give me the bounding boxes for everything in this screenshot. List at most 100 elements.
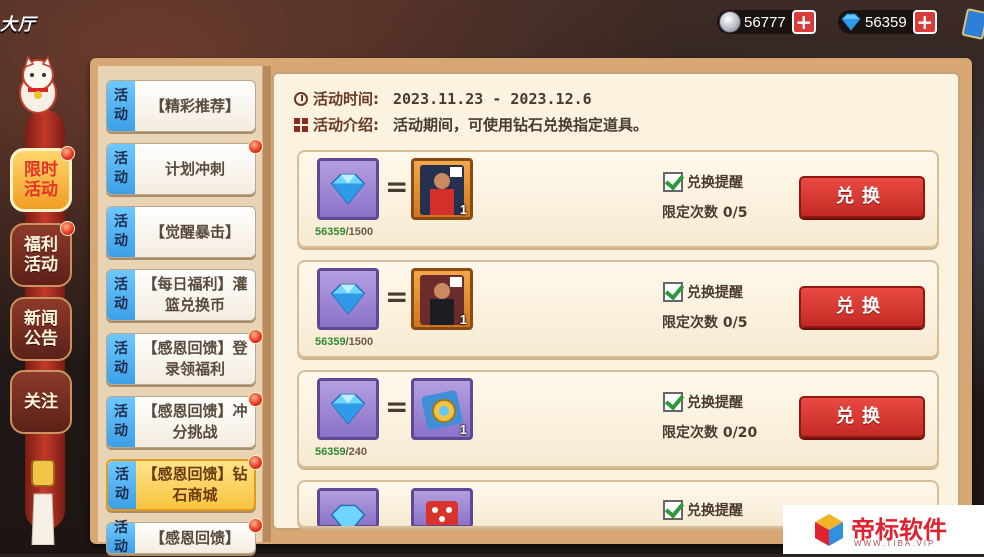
dice-card-icon	[426, 501, 458, 525]
checkbox-checked-icon[interactable]	[663, 172, 683, 192]
notification-dot	[248, 455, 263, 470]
watermark-url: WWW.TIBA.VIP	[854, 539, 936, 548]
exchange-reminder-toggle[interactable]: 兑换提醒	[663, 172, 743, 192]
diamond-icon	[330, 504, 366, 526]
reward-item-slot[interactable]	[411, 488, 473, 526]
tassel-icon	[31, 460, 55, 545]
token-card-icon	[421, 390, 463, 430]
diamond-cost-slot	[317, 158, 379, 220]
notification-dot	[248, 329, 263, 344]
add-diamond-button[interactable]: +	[912, 10, 937, 34]
exchange-reminder-toggle[interactable]: 兑换提醒	[663, 500, 743, 520]
exchange-limit: 限定次数 0/20	[662, 425, 758, 441]
watermark-logo-icon	[815, 513, 843, 546]
silver-coin-value: 56777	[744, 13, 786, 31]
activity-title: 【觉醒暴击】	[149, 222, 240, 241]
notification-dot	[248, 518, 263, 533]
checkbox-checked-icon[interactable]	[663, 392, 683, 412]
diamond-icon	[330, 283, 366, 315]
event-desc-label: 活动介绍:	[313, 116, 379, 134]
tab-label: 新闻公告	[24, 309, 58, 349]
activity-item[interactable]: 活动 【感恩回馈】	[106, 520, 256, 555]
diamond-icon	[330, 393, 366, 425]
diamond-cost: 56359/1500	[315, 336, 374, 348]
silver-coin-counter: 56777 +	[717, 10, 816, 34]
activity-title: 【感恩回馈】冲分挑战	[142, 402, 248, 441]
grid-icon	[294, 117, 308, 132]
activity-badge: 活动	[107, 81, 135, 131]
activity-title: 计划冲刺	[164, 159, 225, 178]
exchange-limit: 限定次数 0/5	[662, 315, 748, 331]
activity-title: 【精彩推荐】	[149, 96, 240, 115]
exchange-button[interactable]: 兑换	[799, 286, 925, 328]
diamond-value: 56359	[865, 13, 907, 31]
checkbox-checked-icon[interactable]	[663, 282, 683, 302]
activity-badge: 活动	[108, 461, 136, 509]
diamond-counter: 56359 +	[838, 10, 937, 34]
event-desc-row: 活动介绍: 活动期间，可使用钻石兑换指定道具。	[294, 114, 648, 135]
silver-coin-icon	[719, 11, 741, 33]
activity-item[interactable]: 活动 【感恩回馈】冲分挑战	[106, 396, 256, 448]
activity-badge: 活动	[107, 270, 135, 320]
notification-dot	[248, 392, 263, 407]
activity-title: 【感恩回馈】钻石商城	[142, 465, 248, 504]
event-time-row: 活动时间: 2023.11.23 - 2023.12.6	[294, 88, 592, 109]
tab-news[interactable]: 新闻公告	[10, 297, 72, 361]
exchange-button[interactable]: 兑换	[799, 176, 925, 218]
clock-icon	[294, 91, 308, 106]
activity-badge: 活动	[107, 144, 135, 194]
diamond-cost: 56359/240	[315, 446, 368, 458]
exchange-row: = 1 56359/240 兑换提醒 限定次数 0/20 兑换	[297, 370, 939, 468]
event-time-label: 活动时间:	[313, 90, 379, 108]
activity-badge: 活动	[107, 207, 135, 257]
activity-title: 【每日福利】灌篮兑换币	[142, 275, 248, 314]
diamond-cost-slot	[317, 268, 379, 330]
tab-label: 关注	[24, 392, 58, 412]
reward-quantity: 1	[459, 312, 467, 327]
tab-follow[interactable]: 关注	[10, 370, 72, 434]
activity-title: 【感恩回馈】	[149, 528, 240, 547]
player-card-black-jersey-icon	[420, 275, 464, 325]
notification-dot	[60, 146, 75, 161]
equals-sign: =	[385, 280, 409, 313]
event-desc-value: 活动期间，可使用钻石兑换指定道具。	[393, 116, 649, 134]
reward-item-slot[interactable]: 1	[411, 378, 473, 440]
reward-item-slot[interactable]: 1	[411, 158, 473, 220]
player-card-red-jersey-icon	[420, 165, 464, 215]
activity-title: 【感恩回馈】登录领福利	[142, 339, 248, 378]
list-divider	[263, 66, 271, 542]
tab-label: 福利活动	[24, 235, 58, 275]
notification-dot	[248, 139, 263, 154]
exchange-reminder-toggle[interactable]: 兑换提醒	[663, 282, 743, 302]
event-time-value: 2023.11.23 - 2023.12.6	[393, 89, 592, 108]
equals-sign: =	[385, 170, 409, 203]
tab-label: 限时活动	[24, 160, 58, 200]
exchange-button[interactable]: 兑换	[799, 396, 925, 438]
reward-quantity: 1	[459, 202, 467, 217]
activity-item[interactable]: 活动 【每日福利】灌篮兑换币	[106, 269, 256, 321]
activity-item[interactable]: 活动 【精彩推荐】	[106, 80, 256, 132]
diamond-cost: 56359/1500	[315, 226, 374, 238]
activity-item[interactable]: 活动 【觉醒暴击】	[106, 206, 256, 258]
exchange-row: = 1 56359/1500 兑换提醒 限定次数 0/5 兑换	[297, 260, 939, 358]
lucky-cat-icon	[19, 55, 57, 114]
notification-dot	[60, 221, 75, 236]
activity-item-selected[interactable]: 活动 【感恩回馈】钻石商城	[106, 459, 256, 511]
equals-sign: =	[385, 390, 409, 423]
exchange-reminder-toggle[interactable]: 兑换提醒	[663, 392, 743, 412]
add-silver-coin-button[interactable]: +	[791, 10, 816, 34]
activity-item[interactable]: 活动 【感恩回馈】登录领福利	[106, 333, 256, 385]
checkbox-checked-icon[interactable]	[663, 500, 683, 520]
lobby-title: 大厅	[0, 15, 36, 35]
reward-quantity: 1	[459, 422, 467, 437]
reward-item-slot[interactable]: 1	[411, 268, 473, 330]
activity-item[interactable]: 活动 计划冲刺	[106, 143, 256, 195]
activity-badge: 活动	[107, 334, 135, 384]
exchange-limit: 限定次数 0/5	[662, 205, 748, 221]
diamond-cost-slot	[317, 378, 379, 440]
diamond-cost-slot	[317, 488, 379, 526]
activity-badge: 活动	[107, 520, 135, 555]
exchange-row: = 1 56359/1500 兑换提醒 限定次数 0/5 兑换	[297, 150, 939, 248]
activity-badge: 活动	[107, 397, 135, 447]
watermark: 帝标软件 WWW.TIBA.VIP	[783, 505, 984, 554]
